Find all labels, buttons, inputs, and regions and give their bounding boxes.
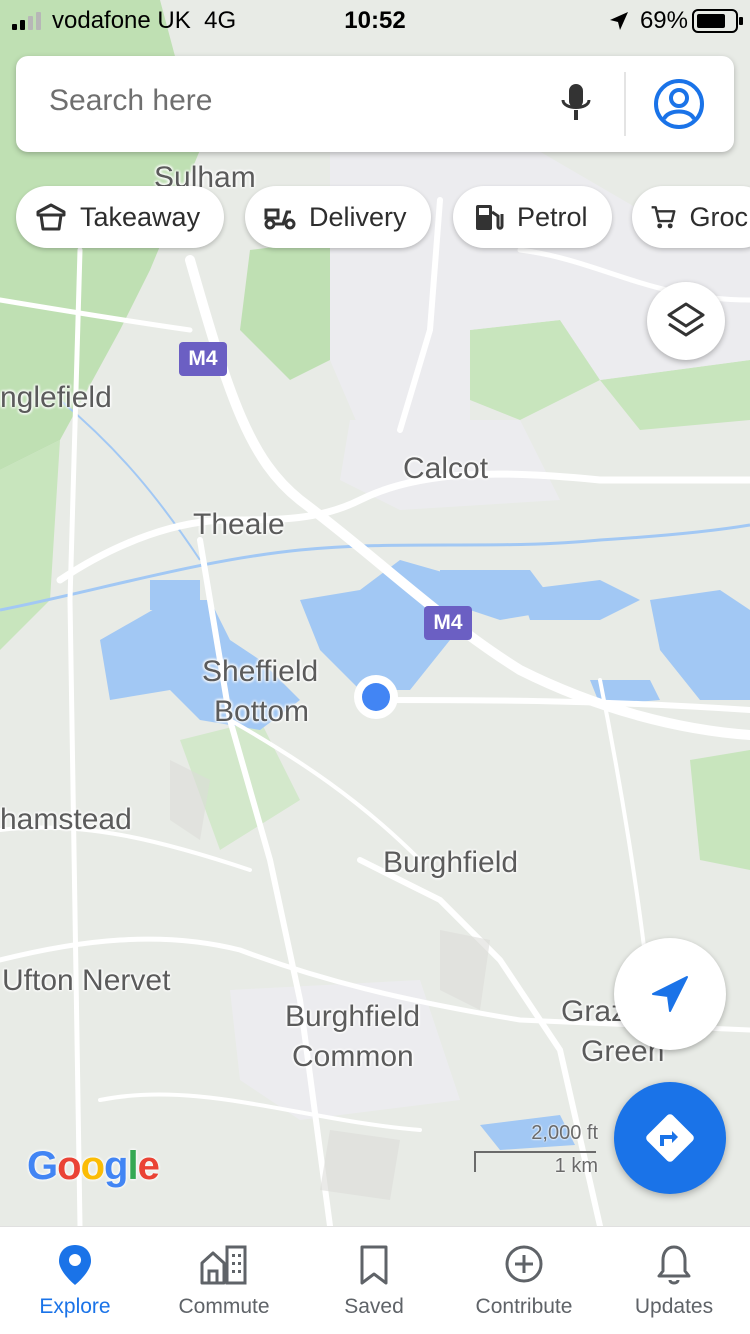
lake <box>150 580 200 610</box>
commute-buildings-icon <box>200 1245 247 1285</box>
clock: 10:52 <box>344 7 406 34</box>
add-circle-icon <box>505 1245 543 1283</box>
directions-icon <box>646 1114 694 1162</box>
place-label-theale: Theale <box>193 508 285 541</box>
nav-saved[interactable]: Saved <box>299 1227 449 1334</box>
place-label-englefield: nglefield <box>0 381 112 414</box>
place-label-burghfield-common: Common <box>292 1040 414 1073</box>
nav-label: Saved <box>344 1295 404 1318</box>
search-divider <box>624 72 626 136</box>
petrol-pump-icon <box>476 205 504 230</box>
bookmark-icon <box>360 1245 388 1285</box>
chip-petrol[interactable]: Petrol <box>453 186 612 248</box>
place-label-burghfield: Burghfield <box>383 846 519 879</box>
current-location-dot <box>362 683 390 711</box>
google-logo: Google <box>27 1144 160 1188</box>
motorway-shield: M4 <box>424 606 472 640</box>
nav-label: Updates <box>634 1295 714 1318</box>
chip-label: Petrol <box>517 201 588 232</box>
chip-takeaway[interactable]: Takeaway <box>16 186 225 248</box>
place-label-hamstead: hamstead <box>0 803 132 836</box>
account-circle-icon[interactable] <box>652 77 706 131</box>
chip-groceries[interactable]: Groc <box>632 186 750 248</box>
search-bar[interactable]: Search here <box>16 56 734 152</box>
chip-delivery[interactable]: Delivery <box>245 186 431 248</box>
chip-label: Groc <box>689 201 748 232</box>
scale-metric: 1 km <box>554 1155 598 1177</box>
place-label-sheffield-bottom: Bottom <box>214 695 310 728</box>
search-input[interactable]: Search here <box>49 84 212 118</box>
delivery-scooter-icon <box>264 208 296 230</box>
navigation-arrow-icon <box>652 976 688 1012</box>
chip-label: Delivery <box>309 201 407 232</box>
map-scale-bar: 2,000 ft 1 km <box>472 1120 602 1180</box>
directions-button[interactable] <box>614 1082 726 1194</box>
layers-icon <box>667 302 705 337</box>
nav-label: Contribute <box>475 1295 573 1318</box>
place-label-calcot: Calcot <box>403 452 489 485</box>
layers-button[interactable] <box>647 282 725 360</box>
takeaway-icon <box>36 203 66 231</box>
battery-percentage: 69% <box>639 7 688 34</box>
nav-label: Explore <box>39 1295 111 1318</box>
status-bar: vodafone UK 4G 10:52 69% <box>0 0 750 40</box>
place-label-ufton-nervet: Ufton Nervet <box>2 964 171 997</box>
bell-icon <box>657 1245 691 1285</box>
nav-contribute[interactable]: Contribute <box>449 1227 599 1334</box>
nav-updates[interactable]: Updates <box>599 1227 749 1334</box>
motorway-shield: M4 <box>179 342 227 376</box>
location-services-icon <box>610 12 628 30</box>
microphone-icon[interactable] <box>558 82 594 126</box>
place-label-sheffield-bottom: Sheffield <box>202 655 319 688</box>
chip-label: Takeaway <box>80 201 201 232</box>
nav-label: Commute <box>178 1295 270 1318</box>
battery-icon <box>692 9 743 33</box>
nav-explore[interactable]: Explore <box>0 1227 150 1334</box>
nav-commute[interactable]: Commute <box>149 1227 299 1334</box>
bottom-navigation: Explore Commute Saved Contribute Updates <box>0 1226 750 1334</box>
location-pin-icon <box>59 1245 91 1285</box>
place-label-burghfield-common: Burghfield <box>285 1000 421 1033</box>
shopping-cart-icon <box>651 206 676 229</box>
my-location-button[interactable] <box>614 938 726 1050</box>
